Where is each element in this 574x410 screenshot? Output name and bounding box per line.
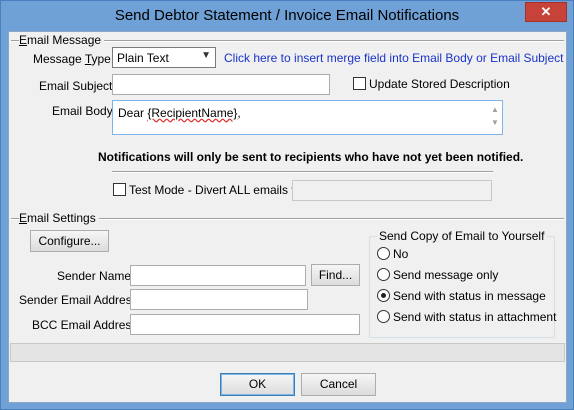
copy-option-status-in-attachment-radio[interactable] bbox=[377, 310, 390, 323]
copy-option-status-in-message-radio[interactable] bbox=[377, 289, 390, 302]
scroll-down-icon[interactable]: ▼ bbox=[490, 116, 500, 129]
find-sender-button[interactable]: Find... bbox=[311, 264, 360, 286]
sender-name-input[interactable] bbox=[130, 265, 306, 286]
window-title: Send Debtor Statement / Invoice Email No… bbox=[114, 7, 460, 24]
copy-option-no-label: No bbox=[393, 247, 409, 261]
test-mode-label: Test Mode - Divert ALL emails to: bbox=[129, 183, 305, 197]
bcc-email-input[interactable] bbox=[130, 314, 360, 335]
copy-option-status-in-attachment-label: Send with status in attachment bbox=[393, 310, 557, 324]
email-body-textarea[interactable]: Dear {RecipientName}, ▲ ▼ bbox=[112, 100, 503, 135]
copy-option-status-in-message-label: Send with status in message bbox=[393, 289, 546, 303]
notification-notice: Notifications will only be sent to recip… bbox=[98, 150, 524, 164]
cancel-button[interactable]: Cancel bbox=[301, 373, 376, 396]
bcc-email-label: BCC Email Address: bbox=[32, 318, 141, 332]
update-description-checkbox[interactable] bbox=[353, 77, 366, 90]
copy-option-message-only-label: Send message only bbox=[393, 268, 499, 282]
email-subject-input[interactable] bbox=[112, 74, 330, 95]
configure-button[interactable]: Configure... bbox=[30, 230, 109, 252]
email-settings-group-title: Email Settings bbox=[19, 211, 99, 225]
close-button[interactable]: ✕ bbox=[525, 2, 567, 22]
copy-option-no-radio[interactable] bbox=[377, 247, 390, 260]
chevron-down-icon: ▼ bbox=[201, 50, 211, 61]
scroll-up-icon[interactable]: ▲ bbox=[490, 103, 500, 116]
email-body-merge-field: {RecipientName} bbox=[147, 106, 238, 120]
dialog-window: Send Debtor Statement / Invoice Email No… bbox=[0, 0, 574, 410]
email-body-label: Email Body: bbox=[52, 104, 117, 118]
message-type-label: Message Type: bbox=[33, 52, 115, 66]
dialog-body: Email Message Message Type: Plain Text ▼… bbox=[8, 31, 567, 403]
sender-email-input[interactable] bbox=[130, 289, 308, 310]
email-body-scrollbar[interactable]: ▲ ▼ bbox=[490, 103, 500, 129]
status-bar bbox=[10, 343, 565, 362]
notice-divider bbox=[112, 171, 493, 173]
test-mode-email-input[interactable] bbox=[292, 180, 492, 201]
email-message-group-title: Email Message bbox=[19, 33, 105, 47]
update-description-label: Update Stored Description bbox=[369, 77, 510, 91]
test-mode-checkbox[interactable] bbox=[113, 183, 126, 196]
copy-option-message-only-radio[interactable] bbox=[377, 268, 390, 281]
title-bar[interactable]: Send Debtor Statement / Invoice Email No… bbox=[1, 1, 573, 31]
close-icon: ✕ bbox=[540, 4, 552, 19]
send-copy-group-title: Send Copy of Email to Yourself bbox=[377, 229, 548, 243]
sender-email-label: Sender Email Address: bbox=[19, 293, 142, 307]
message-type-select[interactable]: Plain Text ▼ bbox=[112, 47, 216, 68]
ok-button[interactable]: OK bbox=[220, 373, 295, 396]
email-subject-label: Email Subject: bbox=[39, 79, 116, 93]
merge-field-link[interactable]: Click here to insert merge field into Em… bbox=[224, 51, 563, 65]
sender-name-label: Sender Name: bbox=[57, 269, 135, 283]
message-type-value: Plain Text bbox=[117, 51, 169, 65]
